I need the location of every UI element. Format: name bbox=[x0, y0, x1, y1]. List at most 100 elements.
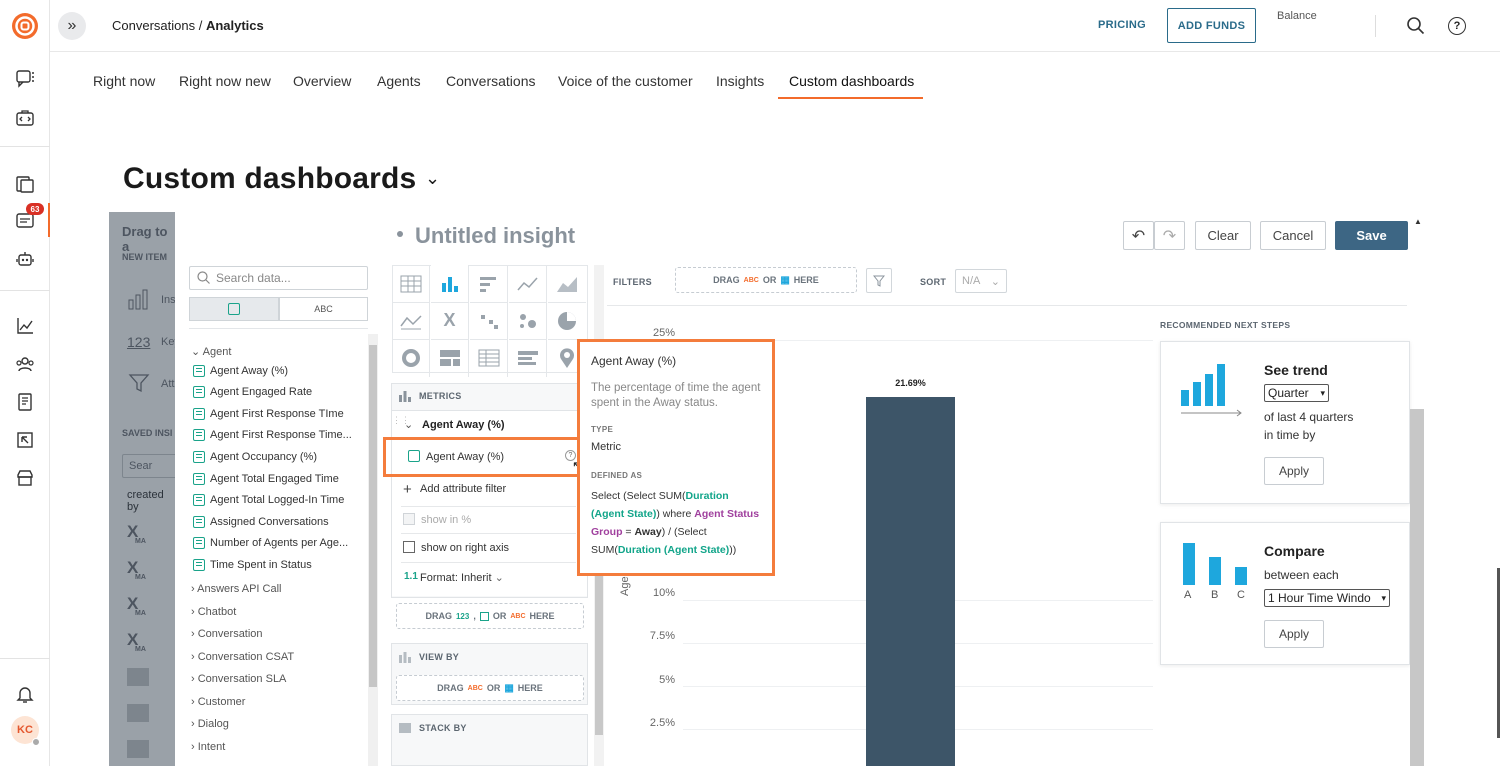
list-item[interactable]: Time Spent in Status bbox=[193, 557, 312, 573]
group-item[interactable]: › Dialog bbox=[191, 718, 229, 730]
scatter-viz-icon[interactable] bbox=[470, 302, 508, 340]
group-item[interactable]: › Conversation SLA bbox=[191, 673, 286, 685]
group-item[interactable]: › Intent bbox=[191, 741, 225, 753]
group-agent[interactable]: ⌄ Agent bbox=[191, 345, 231, 358]
calendar-icon: ▦ bbox=[504, 682, 514, 694]
headline-x-viz-icon[interactable]: X bbox=[431, 302, 469, 340]
insight-title[interactable]: Untitled insight bbox=[415, 223, 575, 249]
logo-icon[interactable] bbox=[11, 12, 39, 40]
scroll-up-arrow[interactable]: ▲ bbox=[1414, 217, 1422, 226]
view-by-label: VIEW BY bbox=[419, 652, 460, 662]
show-in-percent-label: show in % bbox=[421, 514, 472, 526]
presence-dot bbox=[32, 738, 40, 746]
compare-card: A B C Compare between each 1 Hour Time W… bbox=[1160, 522, 1410, 665]
store-icon[interactable] bbox=[13, 466, 37, 490]
clear-button[interactable]: Clear bbox=[1195, 221, 1251, 250]
pricing-link[interactable]: PRICING bbox=[1098, 19, 1146, 31]
trend-period-select[interactable]: Quarter ▾ bbox=[1264, 384, 1329, 402]
save-button[interactable]: Save bbox=[1335, 221, 1408, 250]
table-viz-icon[interactable] bbox=[392, 265, 430, 303]
tab-right-now[interactable]: Right now bbox=[93, 73, 155, 89]
list-item[interactable]: Number of Agents per Age... bbox=[193, 535, 348, 551]
tab-right-now-new[interactable]: Right now new bbox=[179, 73, 271, 89]
sort-dropdown[interactable]: N/A ⌄ bbox=[955, 269, 1007, 293]
tab-agents[interactable]: Agents bbox=[377, 73, 421, 89]
metric-name[interactable]: Agent Away (%) bbox=[422, 419, 505, 431]
search-icon[interactable] bbox=[1406, 16, 1426, 41]
undo-button[interactable]: ↶ bbox=[1123, 221, 1154, 250]
analytics-icon[interactable] bbox=[13, 314, 37, 338]
bar-chart-viz-icon[interactable] bbox=[431, 265, 469, 303]
filters-dropzone[interactable]: DRAG ABC OR ▦ HERE bbox=[675, 267, 857, 293]
list-item[interactable]: Agent First Response TIme bbox=[193, 406, 344, 422]
compare-title: Compare bbox=[1264, 543, 1325, 559]
list-item[interactable]: Agent First Response Time... bbox=[193, 427, 352, 443]
show-right-axis-checkbox[interactable] bbox=[403, 541, 415, 553]
people-icon[interactable] bbox=[13, 352, 37, 376]
bubble-viz-icon[interactable] bbox=[509, 302, 547, 340]
compare-window-select[interactable]: 1 Hour Time Windo ▾ bbox=[1264, 589, 1390, 607]
pie-viz-icon[interactable] bbox=[548, 302, 586, 340]
cancel-button[interactable]: Cancel bbox=[1260, 221, 1326, 250]
compare-apply-button[interactable]: Apply bbox=[1264, 620, 1324, 648]
bullet-viz-icon[interactable] bbox=[509, 339, 547, 377]
highlight-box bbox=[383, 437, 580, 477]
area-chart-viz-icon[interactable] bbox=[548, 265, 586, 303]
export-icon[interactable] bbox=[13, 428, 37, 452]
donut-viz-icon[interactable] bbox=[392, 339, 430, 377]
bot-icon[interactable] bbox=[13, 247, 37, 271]
help-icon[interactable]: ? bbox=[1448, 17, 1466, 35]
tab-overview[interactable]: Overview bbox=[293, 73, 351, 89]
tab-attributes[interactable]: ABC bbox=[279, 297, 368, 321]
tab-insights[interactable]: Insights bbox=[716, 73, 764, 89]
conversations-icon[interactable] bbox=[13, 66, 37, 90]
add-funds-button[interactable]: ADD FUNDS bbox=[1167, 8, 1256, 43]
format-dropdown[interactable]: Format: Inherit ⌄ bbox=[420, 571, 504, 584]
tab-metrics[interactable] bbox=[189, 297, 279, 321]
chevron-down-icon[interactable]: ⌄ bbox=[425, 168, 440, 188]
list-item[interactable]: Agent Total Engaged Time bbox=[193, 471, 339, 487]
plus-icon[interactable]: + bbox=[403, 481, 412, 498]
view-by-dropzone[interactable]: DRAG ABC OR ▦ HERE bbox=[396, 675, 584, 701]
overlay-search-text: Sear bbox=[129, 460, 153, 472]
document-icon[interactable] bbox=[13, 390, 37, 414]
tab-voice-of-customer[interactable]: Voice of the customer bbox=[558, 73, 693, 89]
group-item[interactable]: › Chatbot bbox=[191, 606, 236, 618]
metrics-dropzone[interactable]: DRAG 123, OR ABC HERE bbox=[396, 603, 584, 629]
page-title[interactable]: Custom dashboards ⌄ bbox=[123, 162, 440, 196]
show-in-percent-checkbox[interactable] bbox=[403, 513, 415, 525]
chevron-down-icon[interactable]: ⌄ bbox=[404, 418, 413, 431]
list-item[interactable]: Agent Away (%) bbox=[193, 363, 288, 379]
tab-conversations[interactable]: Conversations bbox=[446, 73, 536, 89]
breadcrumb-parent[interactable]: Conversations bbox=[112, 18, 195, 33]
data-panel-scroll-thumb[interactable] bbox=[369, 345, 377, 687]
key-number-icon: 123 bbox=[127, 334, 151, 350]
line-chart-viz-icon[interactable] bbox=[509, 265, 547, 303]
redo-button[interactable]: ↷ bbox=[1154, 221, 1185, 250]
list-item[interactable]: Agent Total Logged-In Time bbox=[193, 492, 344, 508]
expand-chevrons-icon[interactable]: » bbox=[58, 12, 86, 40]
trend-apply-button[interactable]: Apply bbox=[1264, 457, 1324, 485]
tab-custom-dashboards[interactable]: Custom dashboards bbox=[789, 73, 914, 89]
filter-funnel-button[interactable] bbox=[866, 268, 892, 293]
editor-scrollbar[interactable] bbox=[1410, 409, 1424, 766]
bell-icon[interactable] bbox=[13, 682, 37, 706]
chart-bar[interactable] bbox=[866, 397, 955, 766]
list-item[interactable]: Agent Occupancy (%) bbox=[193, 449, 317, 465]
left-rail: 63 KC bbox=[0, 0, 50, 766]
combo-chart-viz-icon[interactable] bbox=[392, 302, 430, 340]
list-item[interactable]: Agent Engaged Rate bbox=[193, 384, 312, 400]
group-item[interactable]: › Conversation bbox=[191, 628, 263, 640]
add-attribute-filter[interactable]: Add attribute filter bbox=[420, 483, 506, 495]
treemap-viz-icon[interactable] bbox=[431, 339, 469, 377]
group-item[interactable]: › Answers API Call bbox=[191, 583, 282, 595]
list-item[interactable]: Assigned Conversations bbox=[193, 514, 329, 530]
knowledge-icon[interactable] bbox=[13, 172, 37, 196]
group-item[interactable]: › Conversation CSAT bbox=[191, 651, 294, 663]
code-box-icon[interactable] bbox=[13, 106, 37, 130]
horizontal-bar-viz-icon[interactable] bbox=[470, 265, 508, 303]
group-item[interactable]: › Customer bbox=[191, 696, 245, 708]
metric-icon bbox=[228, 303, 240, 315]
metrics-bars-icon bbox=[398, 389, 412, 407]
heatmap-viz-icon[interactable] bbox=[470, 339, 508, 377]
